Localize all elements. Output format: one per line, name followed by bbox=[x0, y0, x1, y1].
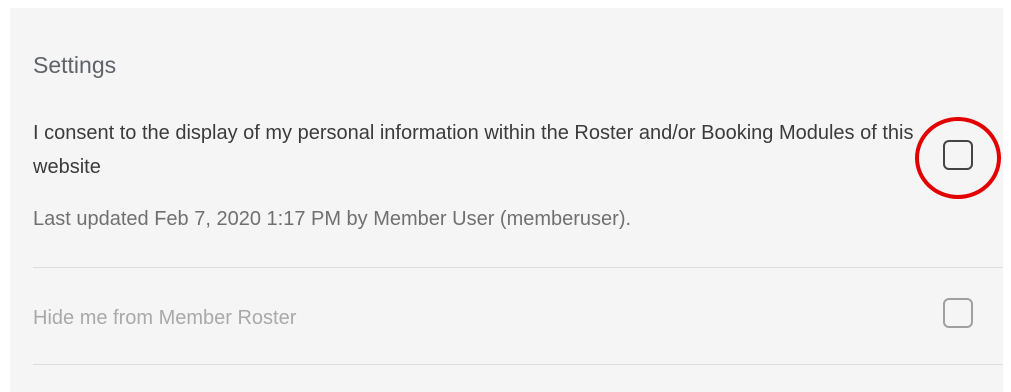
consent-label: I consent to the display of my personal … bbox=[33, 122, 914, 178]
hide-roster-label: Hide me from Member Roster bbox=[33, 307, 297, 329]
hide-roster-checkbox[interactable] bbox=[943, 298, 973, 328]
divider bbox=[33, 267, 1003, 268]
consent-checkbox[interactable] bbox=[943, 140, 973, 170]
settings-title: Settings bbox=[33, 52, 117, 78]
divider bbox=[33, 364, 1003, 365]
settings-panel: Settings I consent to the display of my … bbox=[10, 8, 1003, 392]
last-updated-text: Last updated Feb 7, 2020 1:17 PM by Memb… bbox=[33, 208, 632, 230]
